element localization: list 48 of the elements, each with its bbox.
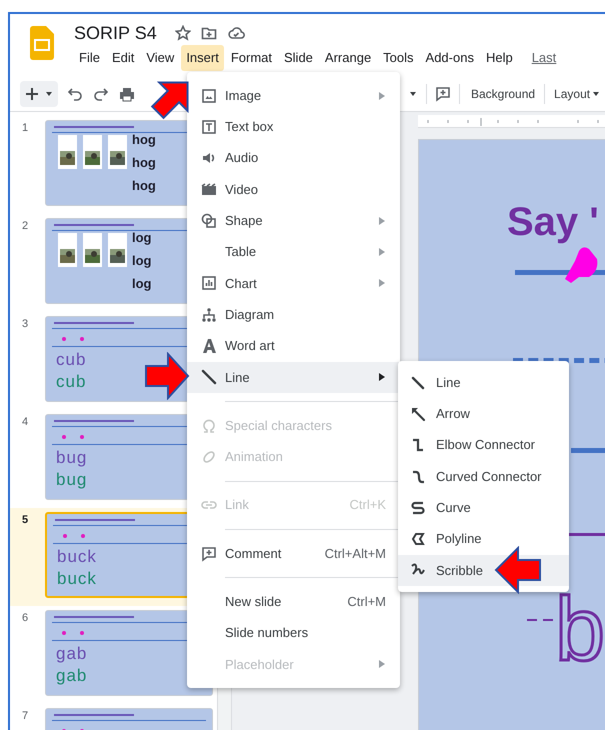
thumbnail-word: hog — [132, 133, 156, 147]
tracing-word: buck — [57, 570, 97, 588]
thumbnail-word: log — [132, 254, 152, 268]
slide-number: 6 — [21, 611, 30, 626]
shortcut-label: Ctrl+K — [350, 496, 386, 514]
menu-item[interactable]: Polyline — [398, 523, 569, 555]
slide-number: 2 — [21, 219, 30, 234]
slide-number: 1 — [21, 121, 30, 136]
shortcut-label: Ctrl+M — [347, 593, 386, 612]
menu-bar-item[interactable]: File — [74, 45, 105, 71]
menu-bar-item[interactable]: Slide — [279, 45, 318, 71]
thumbnail-word: log — [132, 231, 152, 245]
shortcut-label: Ctrl+Alt+M — [324, 544, 386, 563]
slide-number: 4 — [21, 415, 30, 430]
menu-item[interactable]: Curved Connector — [398, 460, 569, 492]
thumbnail-word: cub — [56, 351, 86, 369]
menu-bar-item[interactable]: Arrange — [320, 45, 376, 71]
document-title[interactable]: SORIP S4 — [74, 20, 157, 46]
menu-item[interactable]: Elbow Connector — [398, 430, 569, 461]
tracing-letter: b — [555, 585, 605, 675]
menu-bar-item[interactable]: Insert — [181, 45, 224, 71]
menu-item[interactable]: Line — [187, 362, 400, 393]
slide-number: 5 — [21, 513, 30, 528]
menu-bar-item[interactable]: Add-ons — [420, 45, 479, 71]
thumbnail-word: gab — [56, 645, 88, 663]
last-edit-link[interactable]: Last — [532, 48, 556, 68]
thumbnail-word: hog — [132, 156, 156, 170]
slide-heading: Say ' — [507, 202, 599, 242]
menu-bar-item[interactable]: Edit — [106, 45, 140, 71]
thumbnail-word: buck — [57, 548, 97, 566]
thumbnail-word: bug — [56, 449, 88, 467]
thumbnail-word: hog — [132, 179, 156, 193]
layout-button[interactable]: Layout — [551, 84, 604, 102]
menu-item[interactable]: Curve — [398, 492, 569, 524]
menu-bar-item[interactable]: Tools — [378, 45, 419, 71]
thumbnail-word: log — [132, 277, 152, 291]
slide-number: 3 — [21, 317, 30, 332]
menu-item[interactable]: Arrow — [398, 398, 569, 430]
tracing-word: bug — [56, 471, 88, 489]
menu-bar-item[interactable]: View — [141, 45, 180, 71]
menu-item[interactable]: Image — [187, 80, 400, 112]
background-button[interactable]: Background — [468, 84, 538, 102]
tracing-word: gab — [56, 667, 88, 685]
slide-number: 7 — [21, 709, 30, 724]
tracing-word: cub — [56, 373, 86, 391]
menu-bar-item[interactable]: Format — [226, 45, 277, 71]
menu-bar-item[interactable]: Help — [480, 45, 518, 71]
menu-item[interactable]: Line — [398, 367, 569, 398]
